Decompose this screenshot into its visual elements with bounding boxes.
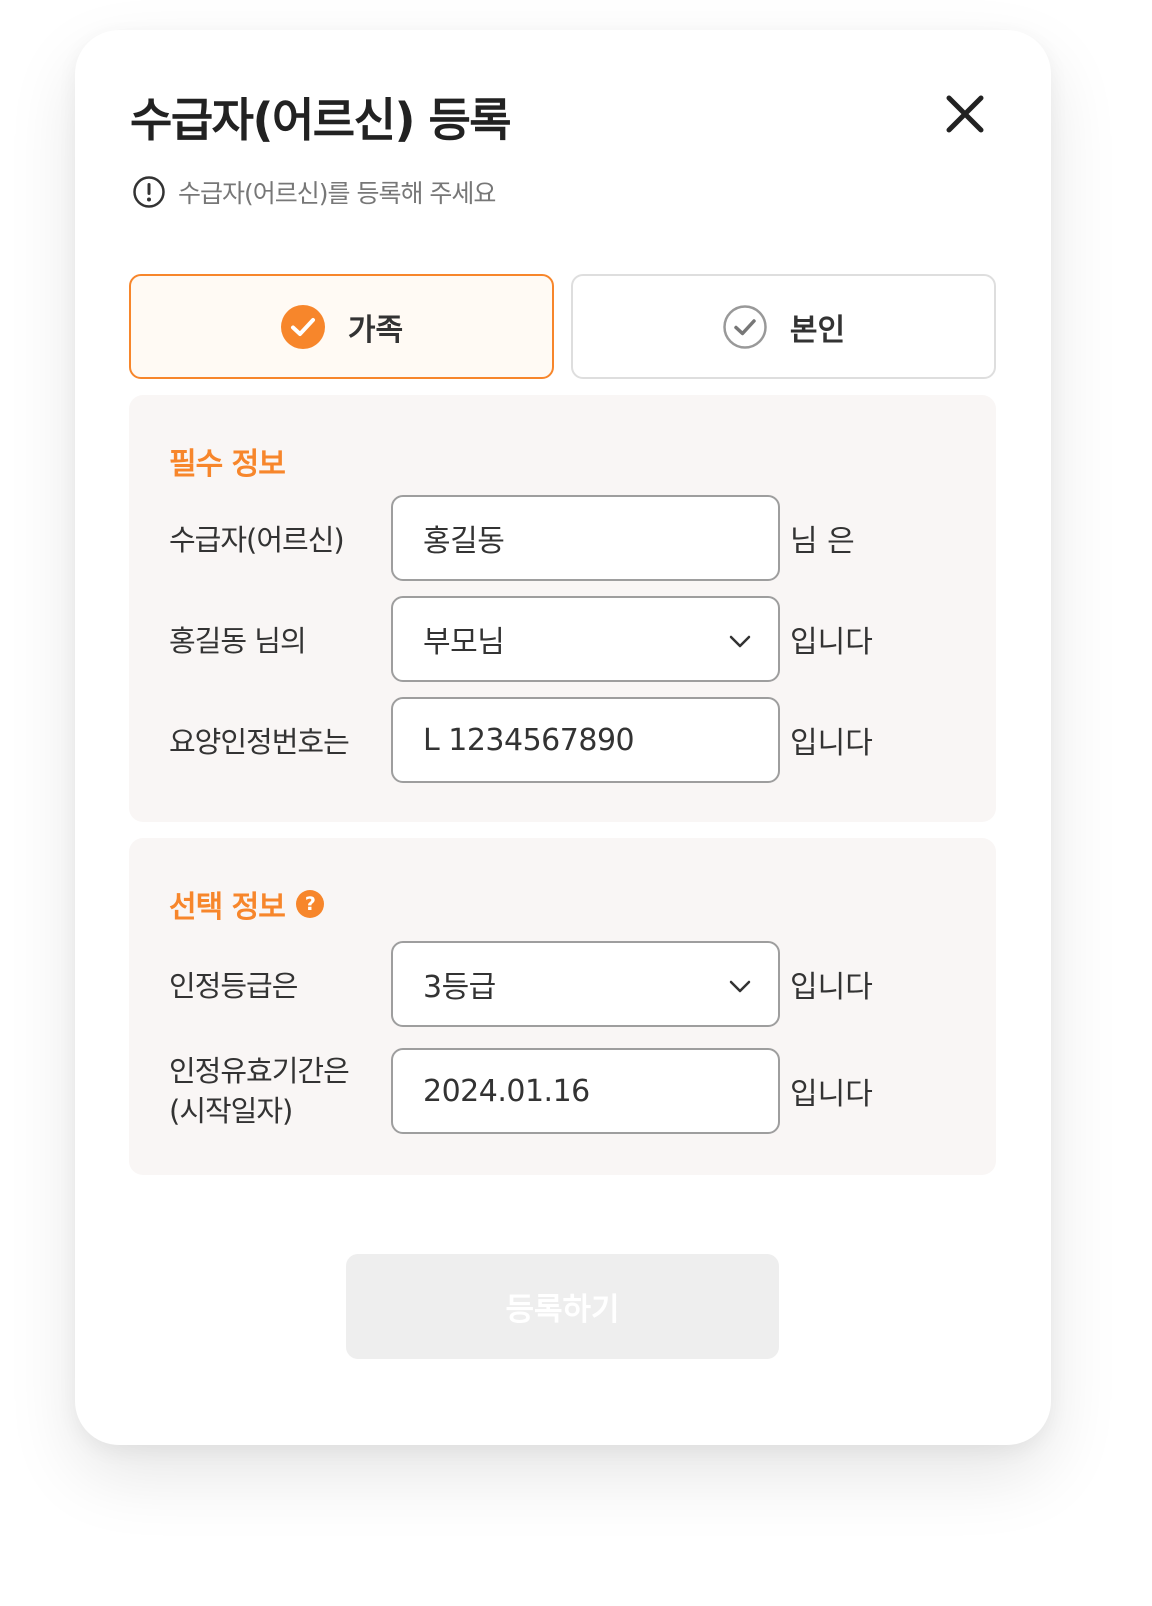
recipient-name-value: 홍길동 <box>423 524 505 559</box>
segment-family[interactable]: 가족 <box>129 274 554 379</box>
valid-period-label-line2: (시작일자) <box>169 1094 293 1128</box>
grade-label: 인정등급은 <box>169 969 298 1003</box>
valid-period-suffix: 입니다 <box>790 1077 873 1112</box>
check-circle-outline-icon <box>723 304 767 349</box>
grade-select[interactable]: 3등급 <box>391 941 780 1027</box>
recipient-name-input[interactable]: 홍길동 <box>391 495 780 581</box>
valid-period-label-line1: 인정유효기간은 <box>169 1054 350 1088</box>
grade-suffix: 입니다 <box>790 970 873 1005</box>
check-circle-icon <box>280 304 325 349</box>
registration-modal: 수급자(어르신) 등록 수급자(어르신)를 등록해 주세요 가족 본인 필수 정… <box>75 30 1051 1445</box>
recipient-label: 수급자(어르신) <box>169 523 345 557</box>
close-icon[interactable] <box>943 92 987 136</box>
cert-number-value: L 1234567890 <box>423 722 635 758</box>
notice: 수급자(어르신)를 등록해 주세요 <box>132 175 496 209</box>
required-info-title: 필수 정보 <box>169 447 286 482</box>
relation-label: 홍길동 님의 <box>169 624 307 658</box>
register-button[interactable]: 등록하기 <box>346 1254 779 1359</box>
recipient-suffix: 님 은 <box>790 524 855 559</box>
segment-self[interactable]: 본인 <box>571 274 996 379</box>
cert-number-suffix: 입니다 <box>790 726 873 761</box>
optional-info-heading: 선택 정보 ? <box>169 882 324 926</box>
segment-self-label: 본인 <box>789 312 846 348</box>
help-icon[interactable]: ? <box>295 890 324 918</box>
start-date-value: 2024.01.16 <box>423 1073 590 1109</box>
chevron-down-icon <box>729 980 751 993</box>
grade-value: 3등급 <box>423 970 496 1005</box>
relation-suffix: 입니다 <box>790 625 873 660</box>
recipient-row: 수급자(어르신) 홍길동 님 은 <box>129 495 996 581</box>
segment-family-label: 가족 <box>347 312 404 348</box>
notice-text: 수급자(어르신)를 등록해 주세요 <box>178 179 496 208</box>
cert-number-input[interactable]: L 1234567890 <box>391 697 780 783</box>
valid-period-row: 인정유효기간은 (시작일자) 2024.01.16 입니다 <box>129 1048 996 1134</box>
start-date-input[interactable]: 2024.01.16 <box>391 1048 780 1134</box>
required-info-panel: 필수 정보 수급자(어르신) 홍길동 님 은 홍길동 님의 부모님 입니다 요양… <box>129 395 996 822</box>
optional-info-panel: 선택 정보 ? 인정등급은 3등급 입니다 인정유효기간은 (시작일자) 202… <box>129 838 996 1175</box>
optional-info-title: 선택 정보 <box>169 890 286 925</box>
modal-title: 수급자(어르신) 등록 <box>130 93 512 147</box>
cert-number-row: 요양인정번호는 L 1234567890 입니다 <box>129 697 996 783</box>
relation-row: 홍길동 님의 부모님 입니다 <box>129 596 996 682</box>
info-icon <box>133 176 165 208</box>
grade-row: 인정등급은 3등급 입니다 <box>129 941 996 1027</box>
relation-value: 부모님 <box>423 625 505 660</box>
relation-select[interactable]: 부모님 <box>391 596 780 682</box>
cert-number-label: 요양인정번호는 <box>169 725 350 759</box>
valid-period-label: 인정유효기간은 (시작일자) <box>169 1048 350 1134</box>
chevron-down-icon <box>729 635 751 648</box>
